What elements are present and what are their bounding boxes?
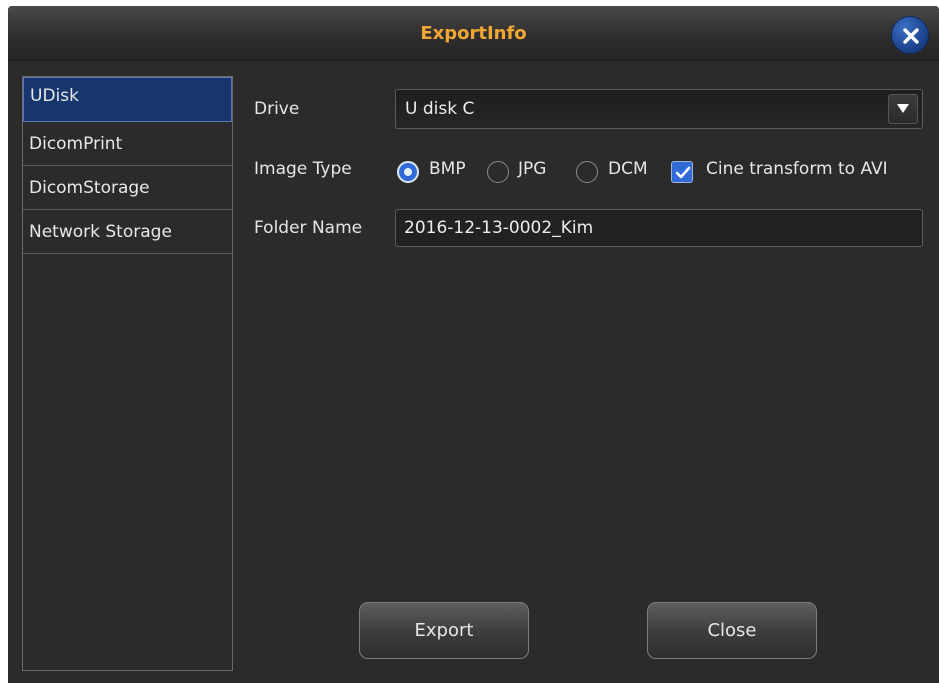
drive-select[interactable]: U disk C bbox=[395, 89, 923, 129]
radio-jpg-label: JPG bbox=[518, 159, 547, 179]
radio-bmp[interactable] bbox=[397, 161, 419, 183]
close-button[interactable]: Close bbox=[647, 602, 817, 659]
sidebar-item-network-storage[interactable]: Network Storage bbox=[23, 210, 232, 254]
drive-value: U disk C bbox=[405, 99, 475, 119]
export-target-list: UDisk DicomPrint DicomStorage Network St… bbox=[22, 76, 233, 671]
export-button[interactable]: Export bbox=[359, 602, 529, 659]
chevron-down-icon bbox=[897, 104, 909, 113]
dialog-title: ExportInfo bbox=[420, 23, 527, 44]
sidebar-item-dicomprint[interactable]: DicomPrint bbox=[23, 122, 232, 166]
sidebar-item-dicomstorage[interactable]: DicomStorage bbox=[23, 166, 232, 210]
folder-name-input[interactable]: 2016-12-13-0002_Kim bbox=[395, 209, 923, 247]
image-type-label: Image Type bbox=[254, 159, 352, 179]
radio-jpg[interactable] bbox=[487, 161, 509, 183]
close-icon[interactable] bbox=[891, 16, 929, 54]
cine-avi-label: Cine transform to AVI bbox=[706, 159, 888, 179]
sidebar-item-udisk[interactable]: UDisk bbox=[23, 77, 232, 122]
checkmark-icon bbox=[675, 166, 691, 179]
folder-name-label: Folder Name bbox=[254, 218, 363, 238]
radio-dcm-label: DCM bbox=[608, 159, 648, 179]
radio-bmp-label: BMP bbox=[429, 159, 466, 179]
radio-dcm[interactable] bbox=[576, 161, 598, 183]
dropdown-button[interactable] bbox=[888, 94, 918, 124]
drive-label: Drive bbox=[254, 99, 300, 119]
title-bar: ExportInfo bbox=[8, 6, 939, 61]
cine-avi-checkbox[interactable] bbox=[671, 161, 693, 183]
export-info-dialog: ExportInfo UDisk DicomPrint DicomStorage… bbox=[8, 6, 939, 683]
